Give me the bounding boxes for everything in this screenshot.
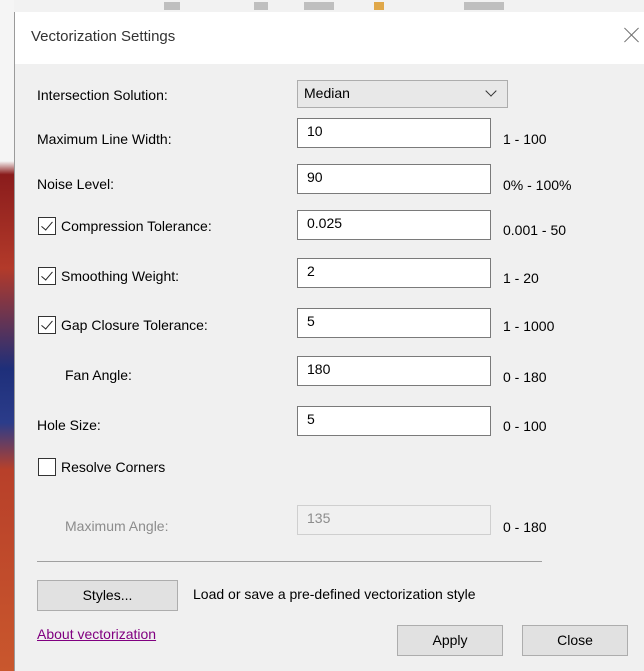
max-line-width-input[interactable]: 10 [297,118,491,148]
title-bar: Vectorization Settings [15,12,644,64]
compression-tolerance-input[interactable]: 0.025 [297,210,491,240]
checkmark-icon [41,268,53,281]
background-app-edge [0,0,14,671]
maximum-angle-range: 0 - 180 [503,519,547,535]
noise-level-label: Noise Level: [37,176,115,192]
styles-description: Load or save a pre-defined vectorization… [193,586,476,602]
maximum-angle-input: 135 [297,505,491,535]
divider [37,561,542,562]
checkmark-icon [41,317,53,330]
max-line-width-label: Maximum Line Width: [37,131,172,147]
styles-button[interactable]: Styles... [37,580,178,611]
fan-angle-label: Fan Angle: [65,367,132,383]
close-button[interactable]: Close [522,625,628,656]
intersection-solution-label: Intersection Solution: [37,87,168,103]
smoothing-weight-label: Smoothing Weight: [61,268,180,284]
smoothing-weight-input[interactable]: 2 [297,258,491,288]
resolve-corners-label: Resolve Corners [61,459,166,475]
checkmark-icon [41,218,53,231]
gap-closure-tolerance-label: Gap Closure Tolerance: [61,317,208,333]
intersection-solution-value: Median [304,85,350,101]
smoothing-weight-checkbox[interactable] [38,267,56,285]
hole-size-input[interactable]: 5 [297,406,491,436]
resolve-corners-checkbox[interactable] [38,458,56,476]
maximum-angle-label: Maximum Angle: [65,518,169,534]
max-line-width-range: 1 - 100 [503,131,547,147]
compression-tolerance-range: 0.001 - 50 [503,222,567,238]
vectorization-settings-dialog: Vectorization Settings Intersection Solu… [14,12,644,671]
chevron-down-icon [485,85,497,97]
smoothing-weight-range: 1 - 20 [503,270,539,286]
fan-angle-range: 0 - 180 [503,369,547,385]
compression-tolerance-checkbox[interactable] [38,217,56,235]
noise-level-range: 0% - 100% [503,177,572,193]
intersection-solution-select[interactable]: Median [297,80,508,108]
gap-closure-tolerance-input[interactable]: 5 [297,308,491,338]
hole-size-range: 0 - 100 [503,418,547,434]
noise-level-input[interactable]: 90 [297,164,491,194]
about-vectorization-link[interactable]: About vectorization [37,626,156,642]
gap-closure-tolerance-range: 1 - 1000 [503,318,555,334]
window-title: Vectorization Settings [31,28,176,45]
fan-angle-input[interactable]: 180 [297,356,491,386]
apply-button[interactable]: Apply [397,625,503,656]
hole-size-label: Hole Size: [37,417,101,433]
close-icon[interactable] [621,24,643,46]
gap-closure-tolerance-checkbox[interactable] [38,316,56,334]
compression-tolerance-label: Compression Tolerance: [61,218,212,234]
